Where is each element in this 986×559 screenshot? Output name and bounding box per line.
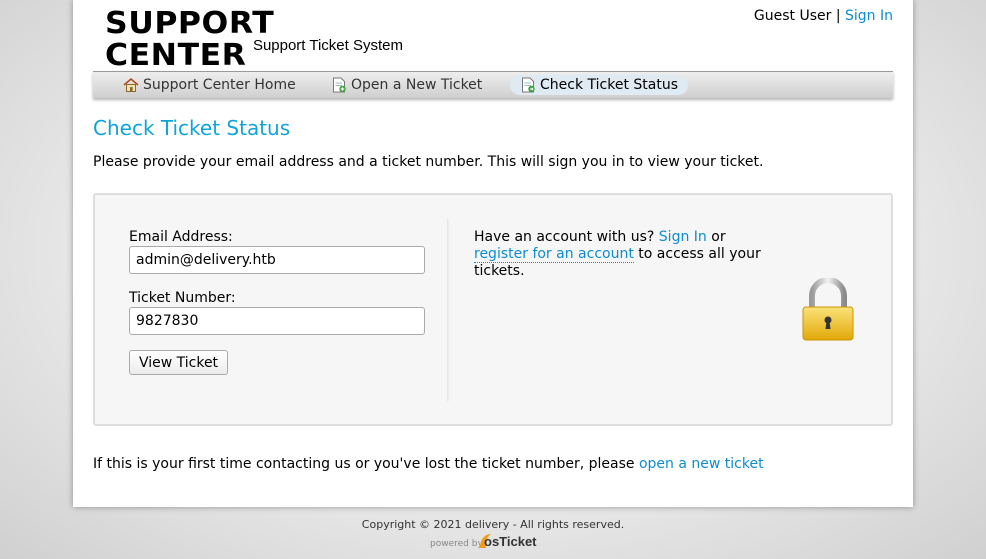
powered-by-label: powered by [430, 539, 483, 549]
view-ticket-button[interactable]: View Ticket [129, 350, 228, 375]
copyright-text: Copyright © 2021 delivery - All rights r… [361, 518, 625, 531]
lock-icon [802, 278, 854, 341]
account-or: or [711, 229, 726, 245]
user-bar: Guest User | Sign In [754, 8, 893, 24]
check-status-panel: Email Address: Ticket Number: View Ticke… [93, 193, 893, 426]
footer-note: If this is your first time contacting us… [93, 456, 764, 472]
home-icon [123, 77, 139, 92]
sign-in-link[interactable]: Sign In [845, 8, 893, 24]
ticket-number-field[interactable] [129, 307, 425, 335]
first-time-text: If this is your first time contacting us… [93, 456, 635, 472]
email-field[interactable] [129, 246, 425, 274]
account-sign-in-link[interactable]: Sign In [659, 229, 707, 245]
panel-divider [447, 219, 450, 401]
nav-item-check-status[interactable]: Check Ticket Status [510, 75, 688, 95]
nav-item-home[interactable]: Support Center Home [113, 75, 306, 95]
logo-subtitle: Support Ticket System [252, 37, 403, 54]
ticket-number-label: Ticket Number: [129, 290, 236, 306]
nav-item-new-ticket[interactable]: Open a New Ticket [321, 75, 492, 95]
account-prefix: Have an account with us? [474, 229, 655, 245]
nav-label-home: Support Center Home [143, 77, 296, 93]
page-container: SUPPORT CENTER Support Ticket System Gue… [73, 0, 913, 507]
page-title: Check Ticket Status [93, 116, 291, 140]
email-label: Email Address: [129, 229, 233, 245]
logo[interactable]: SUPPORT CENTER Support Ticket System [105, 8, 405, 72]
osticket-brand: osTicket [484, 534, 537, 549]
guest-user-label: Guest User | [753, 8, 841, 24]
intro-text: Please provide your email address and a … [93, 154, 764, 170]
new-ticket-icon [333, 77, 346, 93]
nav-label-check-status: Check Ticket Status [540, 77, 678, 93]
open-new-ticket-link[interactable]: open a new ticket [639, 456, 764, 472]
account-text: Have an account with us? Sign In or regi… [474, 229, 774, 280]
powered-by-osticket[interactable]: powered by osTicket [430, 532, 542, 552]
register-link[interactable]: register for an account [474, 246, 634, 263]
nav-label-new-ticket: Open a New Ticket [351, 77, 483, 93]
ticket-status-icon [522, 77, 535, 93]
main-nav: Support Center Home Open a New Ticket Ch… [93, 71, 893, 98]
